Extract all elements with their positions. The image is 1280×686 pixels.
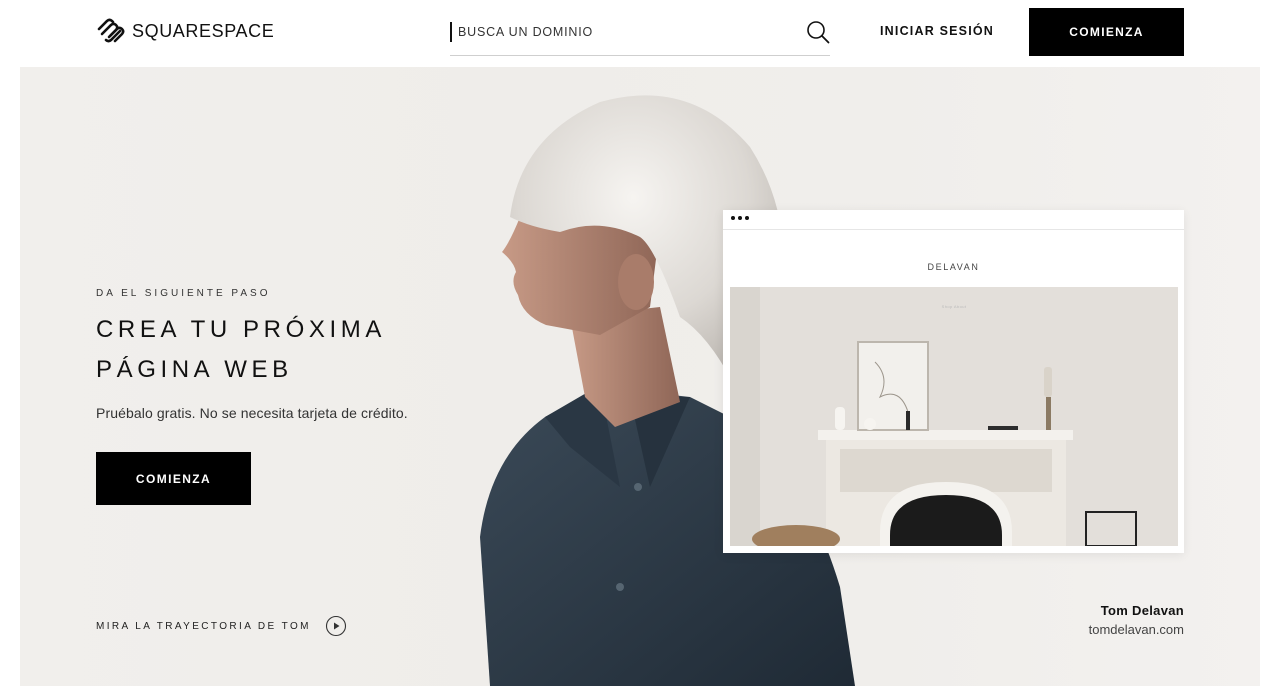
hero-headline: CREA TU PRÓXIMA PÁGINA WEB xyxy=(96,310,476,390)
preview-site-title: DELAVAN xyxy=(927,262,980,272)
search-caret xyxy=(450,22,452,42)
squarespace-logo-icon xyxy=(97,18,125,43)
website-preview-mockup: DELAVAN Shop About xyxy=(723,210,1184,553)
browser-dots-icon xyxy=(731,216,749,220)
hero-headline-line-1: CREA TU PRÓXIMA xyxy=(96,316,386,343)
preview-fireplace-image: Shop About xyxy=(730,287,1178,546)
watch-story-link[interactable]: MIRA LA TRAYECTORIA DE TOM xyxy=(96,615,347,637)
play-icon[interactable] xyxy=(325,615,347,637)
hero-get-started-button[interactable]: COMIENZA xyxy=(96,452,251,505)
squarespace-logo[interactable]: SQUARESPACE xyxy=(96,17,274,45)
fireplace-illustration xyxy=(730,287,1178,546)
hero-eyebrow: DA EL SIGUIENTE PASO xyxy=(96,288,271,299)
domain-search xyxy=(450,14,830,56)
site-header: SQUARESPACE INICIAR SESIÓN COMIENZA xyxy=(0,0,1280,67)
search-icon[interactable] xyxy=(806,20,830,44)
hero-section: DA EL SIGUIENTE PASO CREA TU PRÓXIMA PÁG… xyxy=(20,67,1260,686)
login-link[interactable]: INICIAR SESIÓN xyxy=(880,24,994,38)
logo-text: SQUARESPACE xyxy=(132,20,275,41)
header-get-started-button[interactable]: COMIENZA xyxy=(1029,8,1184,56)
credit-url-link[interactable]: tomdelavan.com xyxy=(1089,622,1184,637)
domain-search-input[interactable] xyxy=(458,20,798,44)
site-credit: Tom Delavan tomdelavan.com xyxy=(1089,603,1184,637)
preview-nav: Shop About xyxy=(941,304,967,309)
browser-toolbar xyxy=(723,210,1184,230)
watch-story-label: MIRA LA TRAYECTORIA DE TOM xyxy=(96,620,311,632)
hero-subtext: Pruébalo gratis. No se necesita tarjeta … xyxy=(96,405,408,421)
credit-name: Tom Delavan xyxy=(1100,603,1184,618)
hero-headline-line-2: PÁGINA WEB xyxy=(96,356,293,383)
